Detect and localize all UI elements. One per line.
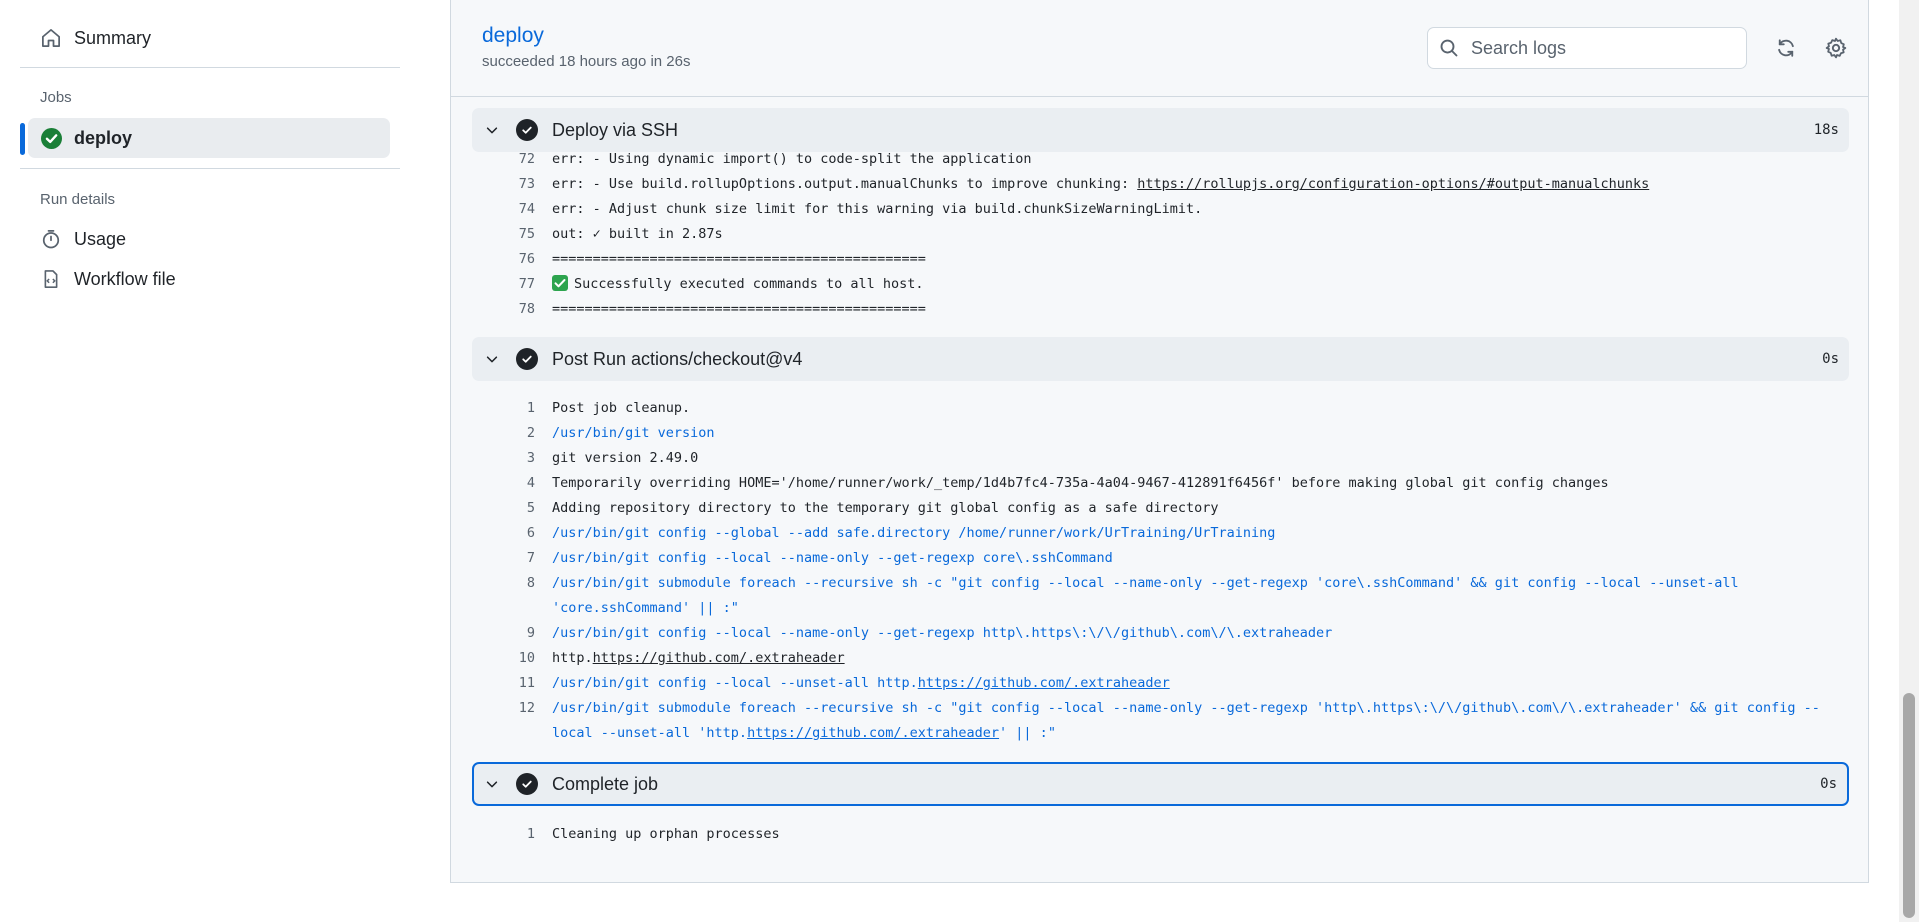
line-number[interactable]: 10 (491, 646, 535, 671)
line-text: /usr/bin/git submodule foreach --recursi… (552, 700, 1820, 716)
step-name: Deploy via SSH (552, 119, 679, 140)
active-indicator (20, 123, 25, 155)
line-number[interactable]: 1 (491, 822, 535, 847)
line-number[interactable]: 8 (491, 571, 535, 596)
line-text: Cleaning up orphan processes (552, 826, 780, 842)
line-text: /usr/bin/git config --local --name-only … (552, 550, 1113, 566)
line-number[interactable]: 12 (491, 696, 535, 721)
line-number[interactable]: 11 (491, 671, 535, 696)
chevron-down-icon (482, 349, 502, 369)
line-text: /usr/bin/git version (552, 425, 715, 441)
log-link[interactable]: https://github.com/.extraheader (747, 725, 999, 741)
check-circle-icon (516, 773, 538, 795)
sidebar-item-label: Workflow file (74, 268, 176, 289)
line-number[interactable]: 75 (491, 222, 535, 247)
home-icon (40, 27, 62, 49)
sidebar-item-workflow-file[interactable]: Workflow file (28, 259, 390, 299)
line-number[interactable]: 2 (491, 421, 535, 446)
sidebar-item-label: deploy (74, 127, 133, 148)
job-title[interactable]: deploy (482, 24, 544, 48)
line-number[interactable]: 72 (491, 147, 535, 172)
divider (20, 67, 400, 68)
line-number[interactable]: 1 (491, 396, 535, 421)
line-number[interactable]: 7 (491, 546, 535, 571)
step-duration: 0s (1822, 351, 1839, 367)
line-text: git version 2.49.0 (552, 450, 699, 466)
line-text: /usr/bin/git config --local --name-only … (552, 625, 1333, 641)
step-header-post-run-checkout[interactable]: Post Run actions/checkout@v4 0s (472, 337, 1849, 381)
file-code-icon (40, 268, 62, 290)
line-number[interactable]: 3 (491, 446, 535, 471)
line-text: err: - Use build.rollupOptions.output.ma… (552, 176, 1650, 192)
log-link[interactable]: https://github.com/.extraheader (593, 650, 845, 666)
check-circle-icon (516, 119, 538, 141)
scrollbar-thumb[interactable] (1903, 693, 1915, 918)
divider (20, 168, 400, 169)
sidebar-item-usage[interactable]: Usage (28, 219, 390, 259)
sync-icon (1778, 39, 1794, 57)
log-link[interactable]: https://github.com/.extraheader (918, 675, 1170, 691)
line-number[interactable]: 4 (491, 471, 535, 496)
search-box[interactable] (1427, 27, 1747, 69)
refresh-button[interactable] (1769, 31, 1803, 65)
line-number[interactable]: 76 (491, 247, 535, 272)
line-text: Successfully executed commands to all ho… (552, 272, 1852, 297)
line-text: Temporarily overriding HOME='/home/runne… (552, 475, 1609, 491)
line-number[interactable]: 74 (491, 197, 535, 222)
stopwatch-icon (40, 228, 62, 250)
sidebar-item-label: Usage (74, 228, 127, 249)
step-duration: 0s (1820, 776, 1837, 792)
line-text: Adding repository directory to the tempo… (552, 500, 1219, 516)
check-circle-icon (516, 348, 538, 370)
run-details-heading: Run details (40, 191, 116, 208)
jobs-heading: Jobs (40, 89, 72, 106)
check-mark-emoji-icon (552, 275, 568, 291)
line-text: Post job cleanup. (552, 400, 691, 416)
sidebar-item-deploy[interactable]: deploy (28, 118, 390, 158)
chevron-down-icon (482, 774, 502, 794)
line-text: ========================================… (552, 301, 926, 317)
line-number[interactable]: 6 (491, 521, 535, 546)
line-text: /usr/bin/git config --local --unset-all … (552, 675, 1170, 691)
success-check-icon (40, 127, 62, 149)
line-number[interactable]: 73 (491, 172, 535, 197)
gear-icon (1825, 37, 1847, 59)
line-text: out: ✓ built in 2.87s (552, 226, 723, 242)
line-number[interactable]: 78 (491, 297, 535, 322)
sidebar-item-summary[interactable]: Summary (28, 18, 390, 58)
line-text: 'core.sshCommand' || :" (552, 600, 739, 616)
page-scrollbar[interactable] (1899, 0, 1919, 922)
line-text: err: - Adjust chunk size limit for this … (552, 201, 1203, 217)
search-input[interactable] (1471, 37, 1721, 59)
sidebar-item-label: Summary (74, 27, 152, 48)
sidebar: Summary Jobs deploy Run details Usage Wo… (0, 0, 420, 922)
line-text: local --unset-all 'http.https://github.c… (552, 725, 1056, 741)
step-header-complete-job[interactable]: Complete job 0s (472, 762, 1849, 806)
chevron-down-icon (482, 120, 502, 140)
line-text: ========================================… (552, 251, 926, 267)
line-text: err: - Using dynamic import() to code-sp… (552, 151, 1032, 167)
step-name: Complete job (552, 773, 659, 794)
search-icon (1439, 38, 1459, 58)
job-header: deploy succeeded 18 hours ago in 26s (451, 0, 1868, 97)
settings-button[interactable] (1819, 31, 1853, 65)
job-status: succeeded 18 hours ago in 26s (482, 53, 691, 70)
line-number[interactable]: 77 (491, 272, 535, 297)
line-text: http.https://github.com/.extraheader (552, 650, 845, 666)
step-header-deploy-via-ssh[interactable]: Deploy via SSH 18s (472, 108, 1849, 152)
log-panel: deploy succeeded 18 hours ago in 26s Dep… (450, 0, 1869, 883)
line-text: /usr/bin/git submodule foreach --recursi… (552, 575, 1739, 591)
line-number[interactable]: 9 (491, 621, 535, 646)
log-link[interactable]: https://rollupjs.org/configuration-optio… (1137, 176, 1649, 192)
step-duration: 18s (1813, 122, 1839, 138)
step-name: Post Run actions/checkout@v4 (552, 348, 803, 369)
line-text: /usr/bin/git config --global --add safe.… (552, 525, 1276, 541)
line-number[interactable]: 5 (491, 496, 535, 521)
